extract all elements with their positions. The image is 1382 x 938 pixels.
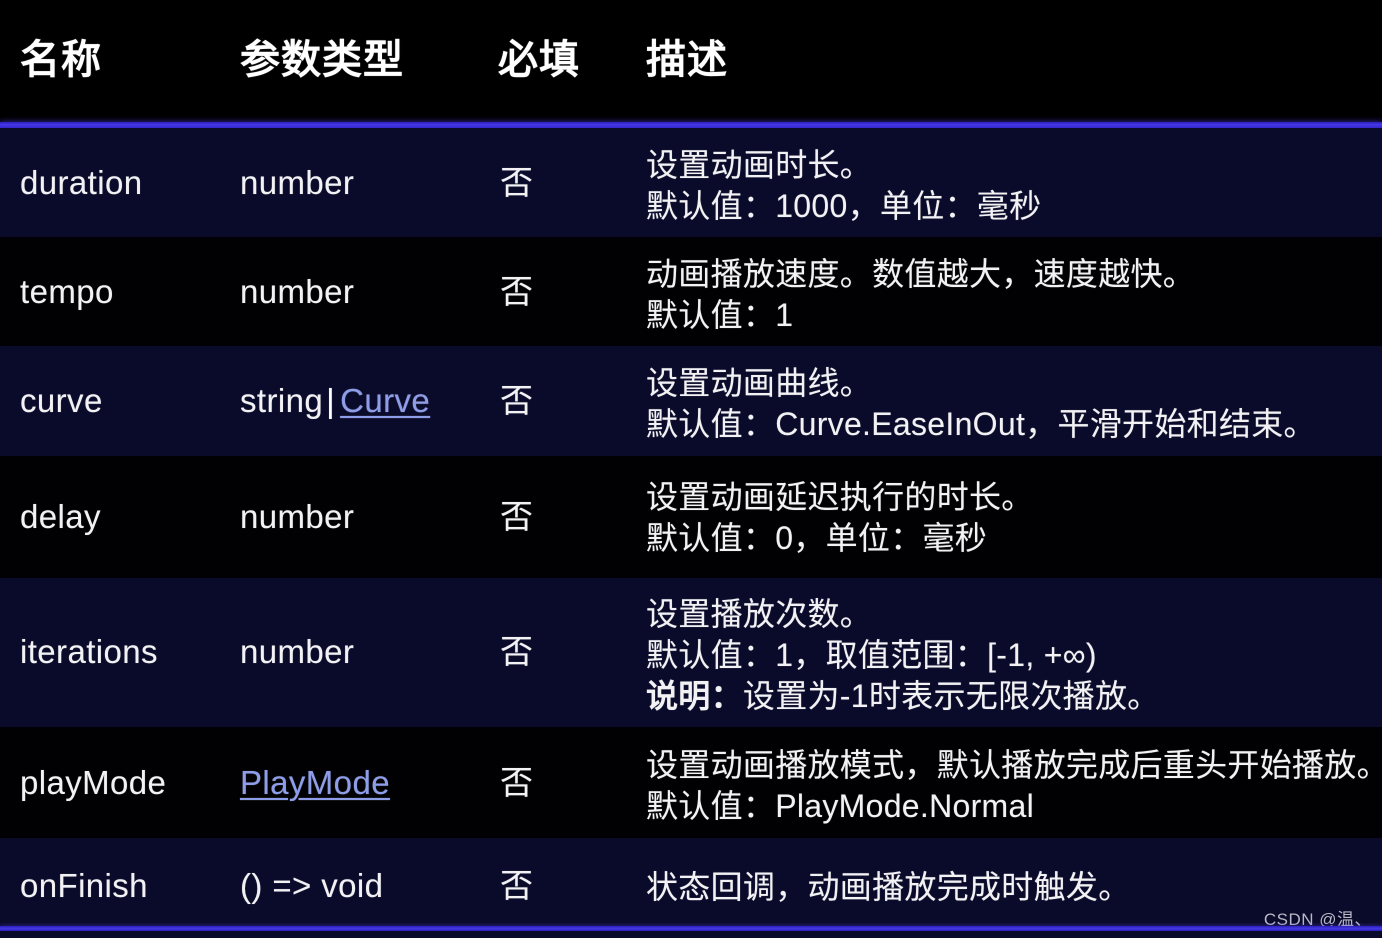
cell-description: 设置动画时长。 默认值：1000，单位：毫秒 [646,145,1372,227]
cell-name: onFinish [20,867,148,904]
table-row: curve string| Curve 否 设置动画曲线。 默认值：Curve.E… [0,346,1382,456]
cell-type: number [240,164,354,202]
description-line: 设置动画延迟执行的时长。 [646,479,1034,515]
cell-description: 设置动画曲线。 默认值：Curve.EaseInOut，平滑开始和结束。 [646,363,1372,445]
cell-type: () => void [240,867,383,905]
cell-description: 动画播放速度。数值越大，速度越快。 默认值：1 [646,254,1372,336]
description-line: 默认值：Curve.EaseInOut，平滑开始和结束。 [646,406,1316,442]
description-line: 默认值：1，取值范围：[-1, +∞) [646,637,1097,673]
description-note-prefix: 说明： [646,678,743,714]
cell-name: iterations [20,633,158,670]
column-header-name: 名称 [20,38,102,82]
type-link-curve[interactable]: Curve [340,382,430,419]
description-line: 默认值：1000，单位：毫秒 [646,188,1042,224]
cell-required: 否 [500,164,533,201]
description-line: 状态回调，动画播放完成时触发。 [646,869,1131,905]
cell-name: delay [20,498,101,535]
api-parameter-table: 名称 参数类型 必填 描述 duration number 否 设置动画时长。 … [0,0,1382,938]
description-line-note: 说明：设置为-1时表示无限次播放。 [646,676,1372,717]
table-row: duration number 否 设置动画时长。 默认值：1000，单位：毫秒 [0,128,1382,237]
description-line: 设置播放次数。 [646,596,873,632]
cell-type: number [240,273,354,311]
table-row: delay number 否 设置动画延迟执行的时长。 默认值：0，单位：毫秒 [0,456,1382,578]
cell-required: 否 [500,382,533,419]
cell-required: 否 [500,867,533,904]
cell-type: number [240,633,354,671]
table-bottom-fill [0,931,1382,938]
cell-name: duration [20,164,143,201]
description-line: 设置动画时长。 [646,147,873,183]
cell-required: 否 [500,498,533,535]
description-line: 默认值：PlayMode.Normal [646,788,1035,824]
cell-name: tempo [20,273,114,310]
description-line: 动画播放速度。数值越大，速度越快。 [646,256,1196,292]
description-line: 设置动画播放模式，默认播放完成后重头开始播放。 [646,747,1382,783]
cell-required: 否 [500,273,533,310]
column-header-required: 必填 [498,38,580,82]
type-text: string [240,382,324,419]
cell-required: 否 [500,764,533,801]
table-row: playMode PlayMode 否 设置动画播放模式，默认播放完成后重头开始… [0,727,1382,838]
cell-description: 设置动画播放模式，默认播放完成后重头开始播放。 默认值：PlayMode.Nor… [646,745,1382,827]
cell-name: playMode [20,764,167,801]
type-text: number [240,498,355,535]
type-text: number [240,273,355,310]
cell-type: PlayMode [240,764,390,802]
table-row: onFinish () => void 否 状态回调，动画播放完成时触发。 [0,838,1382,926]
cell-type: number [240,498,354,536]
cell-type: string| Curve [240,382,430,420]
table-row: tempo number 否 动画播放速度。数值越大，速度越快。 默认值：1 [0,237,1382,346]
cell-required: 否 [500,633,533,670]
type-text: number [240,164,355,201]
table-header-row: 名称 参数类型 必填 描述 [0,0,1382,122]
description-line: 默认值：0，单位：毫秒 [646,520,988,556]
type-text: () => void [240,867,384,904]
cell-description: 状态回调，动画播放完成时触发。 [646,867,1372,908]
description-note-body: 设置为-1时表示无限次播放。 [742,678,1160,714]
type-text: number [240,633,355,670]
description-line: 设置动画曲线。 [646,365,873,401]
cell-name: curve [20,382,103,419]
type-separator: | [326,382,336,419]
cell-description: 设置动画延迟执行的时长。 默认值：0，单位：毫秒 [646,477,1372,559]
table-row: iterations number 否 设置播放次数。 默认值：1，取值范围：[… [0,578,1382,727]
column-header-description: 描述 [646,38,728,82]
cell-description: 设置播放次数。 默认值：1，取值范围：[-1, +∞) 说明：设置为-1时表示无… [646,594,1372,717]
description-line: 默认值：1 [646,297,794,333]
type-link-playmode[interactable]: PlayMode [240,764,390,801]
column-header-type: 参数类型 [240,38,404,82]
